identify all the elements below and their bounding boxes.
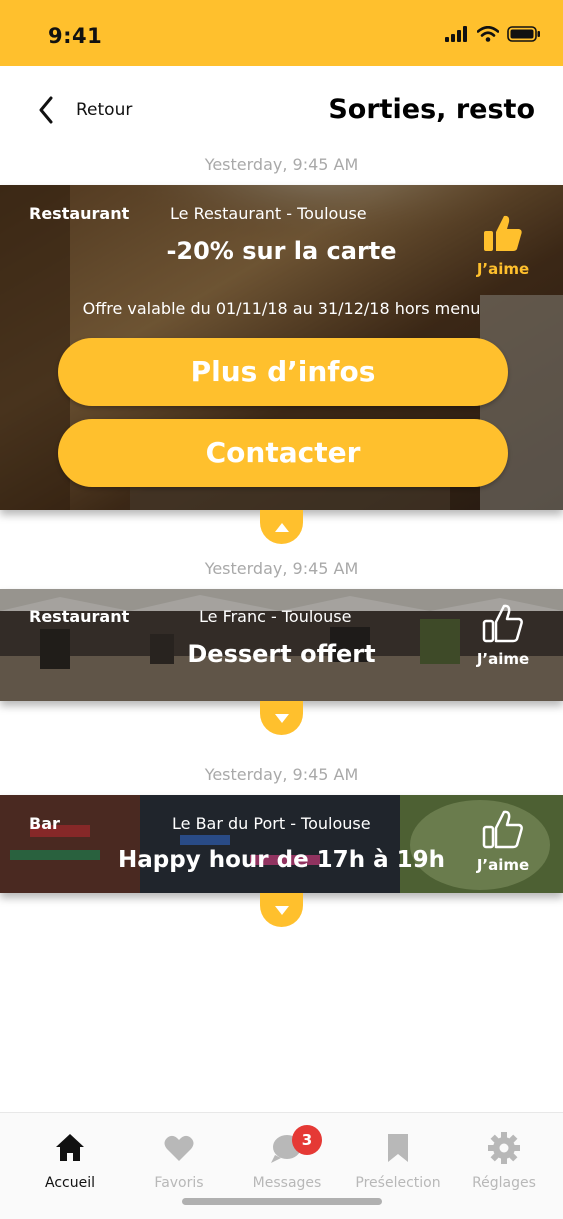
- tab-label: Accueil: [45, 1175, 95, 1191]
- status-bar: 9:41: [0, 0, 563, 66]
- message-icon: [271, 1135, 301, 1163]
- like-label: J’aime: [476, 650, 530, 668]
- contact-button[interactable]: Contacter: [58, 419, 508, 487]
- tab-label: Messages: [252, 1175, 322, 1191]
- like-button[interactable]: J’aime: [471, 809, 535, 874]
- offer-venue: Le Franc - Toulouse: [199, 607, 352, 626]
- thumbs-up-icon: [482, 810, 523, 849]
- page-title: Sorties, resto: [328, 94, 535, 125]
- offer-card[interactable]: Restaurant Le Franc - Toulouse Dessert o…: [0, 589, 563, 701]
- offer-validity: Offre valable du 01/11/18 au 31/12/18 ho…: [82, 299, 481, 318]
- thumbs-up-icon: [484, 215, 522, 251]
- battery-icon: [507, 26, 540, 42]
- chevron-down-icon: [274, 713, 289, 723]
- back-label: Retour: [76, 100, 133, 120]
- tab-label: Favoris: [154, 1175, 204, 1191]
- bookmark-icon: [388, 1134, 408, 1162]
- more-info-button[interactable]: Plus d’infos: [58, 338, 508, 406]
- like-label: J’aime: [476, 260, 530, 278]
- like-label: J’aime: [476, 856, 530, 874]
- tab-accueil[interactable]: Accueil: [20, 1131, 120, 1191]
- thumbs-up-icon: [482, 604, 523, 643]
- collapse-toggle[interactable]: [260, 510, 303, 544]
- like-button[interactable]: J’aime: [471, 213, 535, 278]
- tab-label: Preśelection: [355, 1175, 441, 1191]
- chevron-up-icon: [274, 522, 289, 532]
- offer-category: Bar: [29, 814, 60, 833]
- offer-venue: Le Bar du Port - Toulouse: [172, 814, 371, 833]
- tab-reglages[interactable]: Réglages: [454, 1131, 554, 1191]
- offer-timestamp: Yesterday, 9:45 AM: [204, 559, 359, 578]
- status-time: 9:41: [48, 24, 103, 48]
- heart-icon: [164, 1135, 194, 1161]
- tab-label: Réglages: [472, 1175, 536, 1191]
- status-icons: [445, 26, 541, 42]
- offer-timestamp: Yesterday, 9:45 AM: [204, 155, 359, 174]
- tab-favoris[interactable]: Favoris: [129, 1131, 229, 1191]
- header: Retour Sorties, resto: [0, 66, 563, 150]
- chevron-left-icon: [39, 96, 53, 124]
- offer-venue: Le Restaurant - Toulouse: [170, 204, 367, 223]
- back-button[interactable]: Retour: [38, 96, 132, 124]
- wifi-icon: [477, 26, 499, 42]
- offer-card[interactable]: Bar Le Bar du Port - Toulouse Happy hour…: [0, 795, 563, 893]
- signal-icon: [445, 26, 467, 42]
- expand-toggle[interactable]: [260, 893, 303, 927]
- unread-badge: 3: [292, 1125, 322, 1155]
- gear-icon: [488, 1132, 520, 1164]
- tab-preselection[interactable]: Preśelection: [348, 1131, 448, 1191]
- offer-timestamp: Yesterday, 9:45 AM: [204, 765, 359, 784]
- like-button[interactable]: J’aime: [471, 603, 535, 668]
- home-icon: [56, 1134, 84, 1161]
- expand-toggle[interactable]: [260, 701, 303, 735]
- chevron-down-icon: [274, 905, 289, 915]
- offer-card[interactable]: Restaurant Le Restaurant - Toulouse -20%…: [0, 185, 563, 510]
- offer-category: Restaurant: [29, 204, 130, 223]
- offer-category: Restaurant: [29, 607, 130, 626]
- home-indicator: [182, 1198, 382, 1205]
- tab-messages[interactable]: 3 Messages: [237, 1125, 337, 1191]
